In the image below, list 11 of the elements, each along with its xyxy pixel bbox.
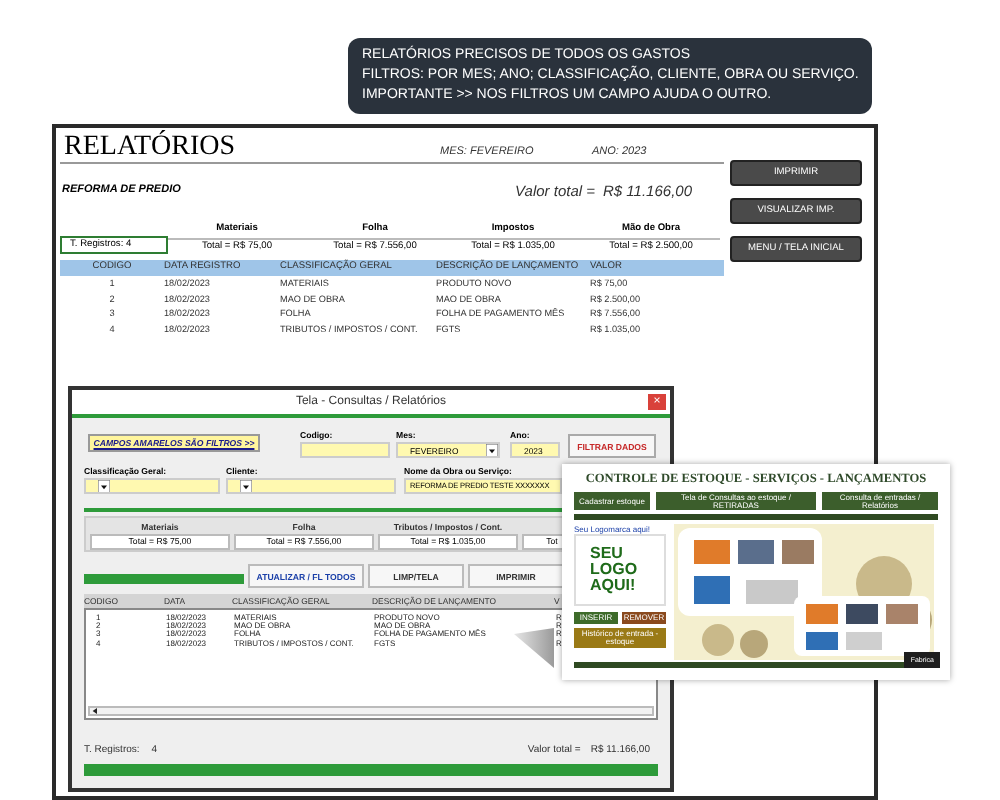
- callout-pointer: [514, 628, 554, 668]
- input-field[interactable]: [226, 478, 396, 494]
- input-field[interactable]: [84, 478, 220, 494]
- report-title: RELATÓRIOS: [62, 132, 238, 162]
- dropdown-icon: [240, 480, 252, 492]
- logo-text: SEU LOGO AQUI!: [590, 546, 640, 594]
- dropdown-icon: [486, 444, 498, 456]
- scroll-left-icon: [90, 706, 100, 716]
- scrollbar[interactable]: [88, 706, 654, 716]
- input-field[interactable]: [300, 442, 390, 458]
- dropdown-icon: [98, 480, 110, 492]
